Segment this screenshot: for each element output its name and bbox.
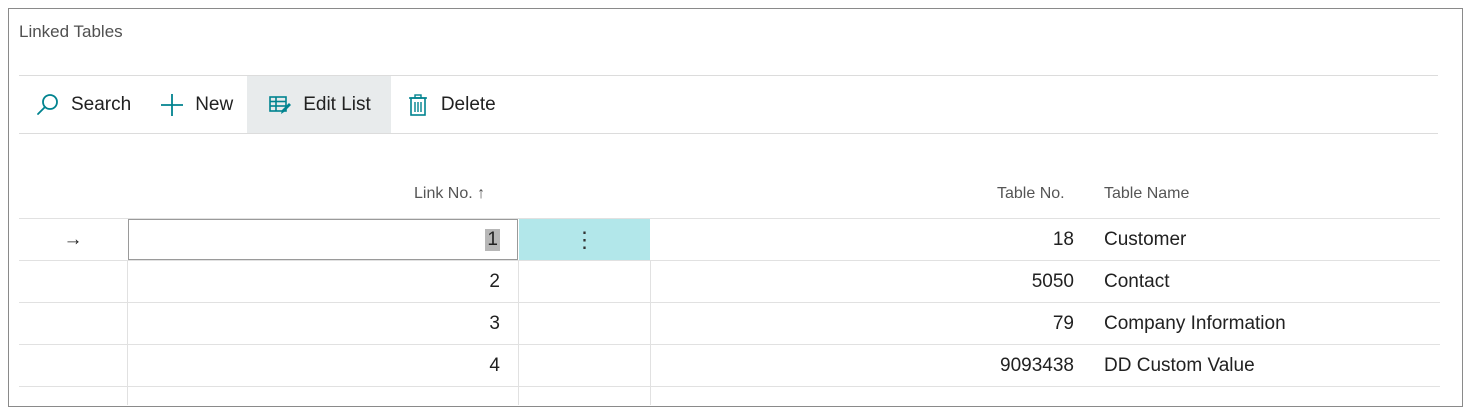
- column-divider: [127, 387, 128, 405]
- table-row[interactable]: → 1 ⋮ 18 Customer: [19, 218, 1440, 260]
- column-divider: [518, 261, 519, 302]
- page-title: Linked Tables: [19, 22, 123, 41]
- table-row[interactable]: 2 5050 Contact: [19, 260, 1440, 302]
- new-button[interactable]: New: [145, 76, 247, 134]
- empty-row[interactable]: [19, 386, 1440, 405]
- table-row[interactable]: 3 79 Company Information: [19, 302, 1440, 344]
- column-divider: [518, 345, 519, 386]
- column-divider: [650, 387, 651, 405]
- table-no-cell[interactable]: 9093438: [651, 345, 1074, 386]
- link-no-value: 1: [485, 228, 500, 251]
- link-no-cell[interactable]: 4: [128, 345, 518, 386]
- table-name-cell[interactable]: Company Information: [1104, 303, 1440, 344]
- linked-tables-page: Linked Tables Search New Edit List Delet…: [8, 8, 1463, 407]
- edit-list-icon: [267, 92, 293, 118]
- column-header-link-no[interactable]: Link No. ↑: [414, 185, 485, 203]
- column-divider: [518, 387, 519, 405]
- action-bar: Search New Edit List Delete: [19, 76, 510, 134]
- column-header-link-no-label: Link No.: [414, 185, 473, 202]
- search-icon: [35, 92, 61, 118]
- search-button-label: Search: [71, 94, 132, 115]
- column-header-table-name[interactable]: Table Name: [1104, 185, 1189, 203]
- sort-ascending-icon: ↑: [477, 185, 486, 202]
- delete-button[interactable]: Delete: [391, 76, 510, 134]
- table-no-cell[interactable]: 79: [651, 303, 1074, 344]
- more-options-icon: ⋮: [573, 226, 596, 252]
- edit-list-button-label: Edit List: [303, 94, 371, 115]
- table-name-cell[interactable]: Contact: [1104, 261, 1440, 302]
- link-no-cell[interactable]: 3: [128, 303, 518, 344]
- new-button-label: New: [195, 94, 234, 115]
- link-no-cell[interactable]: 2: [128, 261, 518, 302]
- row-actions-button[interactable]: ⋮: [519, 219, 650, 260]
- search-button[interactable]: Search: [19, 76, 145, 134]
- plus-icon: [159, 92, 185, 118]
- table-no-cell[interactable]: 5050: [651, 261, 1074, 302]
- table-name-cell[interactable]: Customer: [1104, 219, 1440, 260]
- link-no-cell[interactable]: 1: [128, 219, 518, 260]
- trash-icon: [405, 92, 431, 118]
- current-row-arrow-icon: →: [63, 228, 83, 250]
- divider: [19, 133, 1438, 134]
- table-no-cell[interactable]: 18: [651, 219, 1074, 260]
- edit-list-button[interactable]: Edit List: [247, 76, 391, 134]
- column-divider: [518, 303, 519, 344]
- delete-button-label: Delete: [440, 94, 496, 115]
- column-header-table-no[interactable]: Table No.: [997, 185, 1065, 203]
- table-name-cell[interactable]: DD Custom Value: [1104, 345, 1440, 386]
- table-row[interactable]: 4 9093438 DD Custom Value: [19, 344, 1440, 386]
